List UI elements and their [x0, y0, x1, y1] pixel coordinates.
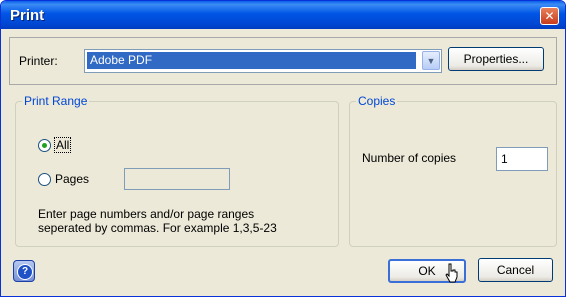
chevron-down-icon: ▼: [426, 56, 436, 66]
printer-label: Printer:: [19, 54, 58, 68]
close-button[interactable]: ✕: [540, 7, 559, 25]
print-dialog: Print ✕ Printer: Adobe PDF ▼ Properties.…: [0, 0, 566, 297]
print-range-legend: Print Range: [22, 94, 90, 108]
dialog-title: Print: [10, 7, 45, 24]
title-bar[interactable]: Print ✕: [1, 1, 565, 29]
radio-pages-label[interactable]: Pages: [55, 172, 89, 186]
print-range-group: Print Range All Pages Enter page numbers…: [15, 94, 339, 247]
radio-all[interactable]: [38, 139, 51, 152]
radio-all-label[interactable]: All: [54, 137, 72, 153]
pages-input[interactable]: [124, 168, 230, 190]
page-range-hint: Enter page numbers and/or page ranges se…: [38, 207, 338, 235]
hint-line-1: Enter page numbers and/or page ranges: [38, 207, 255, 221]
properties-button[interactable]: Properties...: [448, 47, 544, 71]
pointer-cursor-icon: [445, 263, 458, 283]
printer-selected-value: Adobe PDF: [87, 52, 416, 69]
printer-select[interactable]: Adobe PDF ▼: [84, 49, 442, 73]
help-icon: ?: [17, 264, 33, 280]
close-icon: ✕: [544, 9, 555, 23]
help-button[interactable]: ?: [13, 260, 35, 282]
copies-legend: Copies: [356, 94, 398, 108]
cancel-button[interactable]: Cancel: [478, 258, 553, 282]
printer-dropdown-button[interactable]: ▼: [422, 51, 440, 70]
radio-pages[interactable]: [38, 173, 51, 186]
copies-group: Copies Number of copies 1: [349, 94, 557, 247]
hint-line-2: seperated by commas. For example 1,3,5-2…: [38, 221, 277, 235]
copies-input[interactable]: 1: [496, 147, 548, 171]
copies-label: Number of copies: [362, 151, 457, 165]
